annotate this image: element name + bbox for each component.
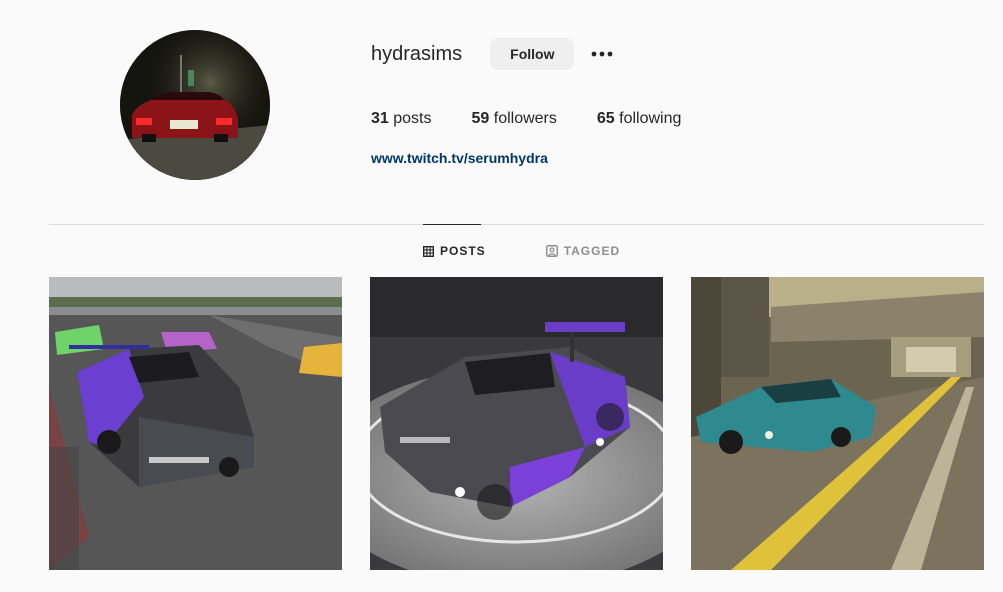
following-count: 65 <box>596 110 615 127</box>
follow-button[interactable]: Follow <box>490 38 575 70</box>
post-thumbnail[interactable] <box>370 277 663 570</box>
tab-posts[interactable]: POSTS <box>423 244 486 258</box>
post-thumbnail[interactable] <box>691 277 984 570</box>
name-row: hydrasims Follow <box>371 38 971 70</box>
tab-tagged-label: TAGGED <box>563 244 621 258</box>
posts-stat: 31 posts <box>371 110 432 128</box>
more-dots-icon <box>592 51 613 57</box>
avatar-image <box>120 30 270 180</box>
profile-avatar[interactable] <box>120 30 270 180</box>
tab-posts-label: POSTS <box>440 244 486 258</box>
stats-row: 31 posts 59 followers 65 following <box>371 110 971 128</box>
profile-info: hydrasims Follow 31 posts 59 followers 6… <box>371 38 971 166</box>
followers-count: 59 <box>471 110 490 127</box>
posts-label: posts <box>393 110 432 127</box>
username: hydrasims <box>371 42 463 65</box>
website-link[interactable]: www.twitch.tv/serumhydra <box>371 150 971 166</box>
profile-page: hydrasims Follow 31 posts 59 followers 6… <box>0 0 1003 592</box>
tagged-icon <box>545 245 558 257</box>
more-options-button[interactable] <box>584 38 620 70</box>
active-tab-indicator <box>423 224 481 225</box>
profile-tabs: POSTS TAGGED <box>423 244 680 258</box>
tabs-divider <box>49 224 984 225</box>
post-thumbnail[interactable] <box>49 277 342 570</box>
post-image-showroom <box>370 277 663 570</box>
posts-count: 31 <box>371 110 389 127</box>
following-stat[interactable]: 65 following <box>597 110 682 128</box>
post-image-racing <box>49 277 342 570</box>
posts-grid <box>49 277 984 570</box>
followers-label: followers <box>493 110 557 127</box>
following-label: following <box>619 110 682 127</box>
grid-icon <box>423 245 434 257</box>
tab-tagged[interactable]: TAGGED <box>545 244 621 258</box>
followers-stat[interactable]: 59 followers <box>472 110 557 128</box>
post-image-tunnel <box>691 277 984 570</box>
